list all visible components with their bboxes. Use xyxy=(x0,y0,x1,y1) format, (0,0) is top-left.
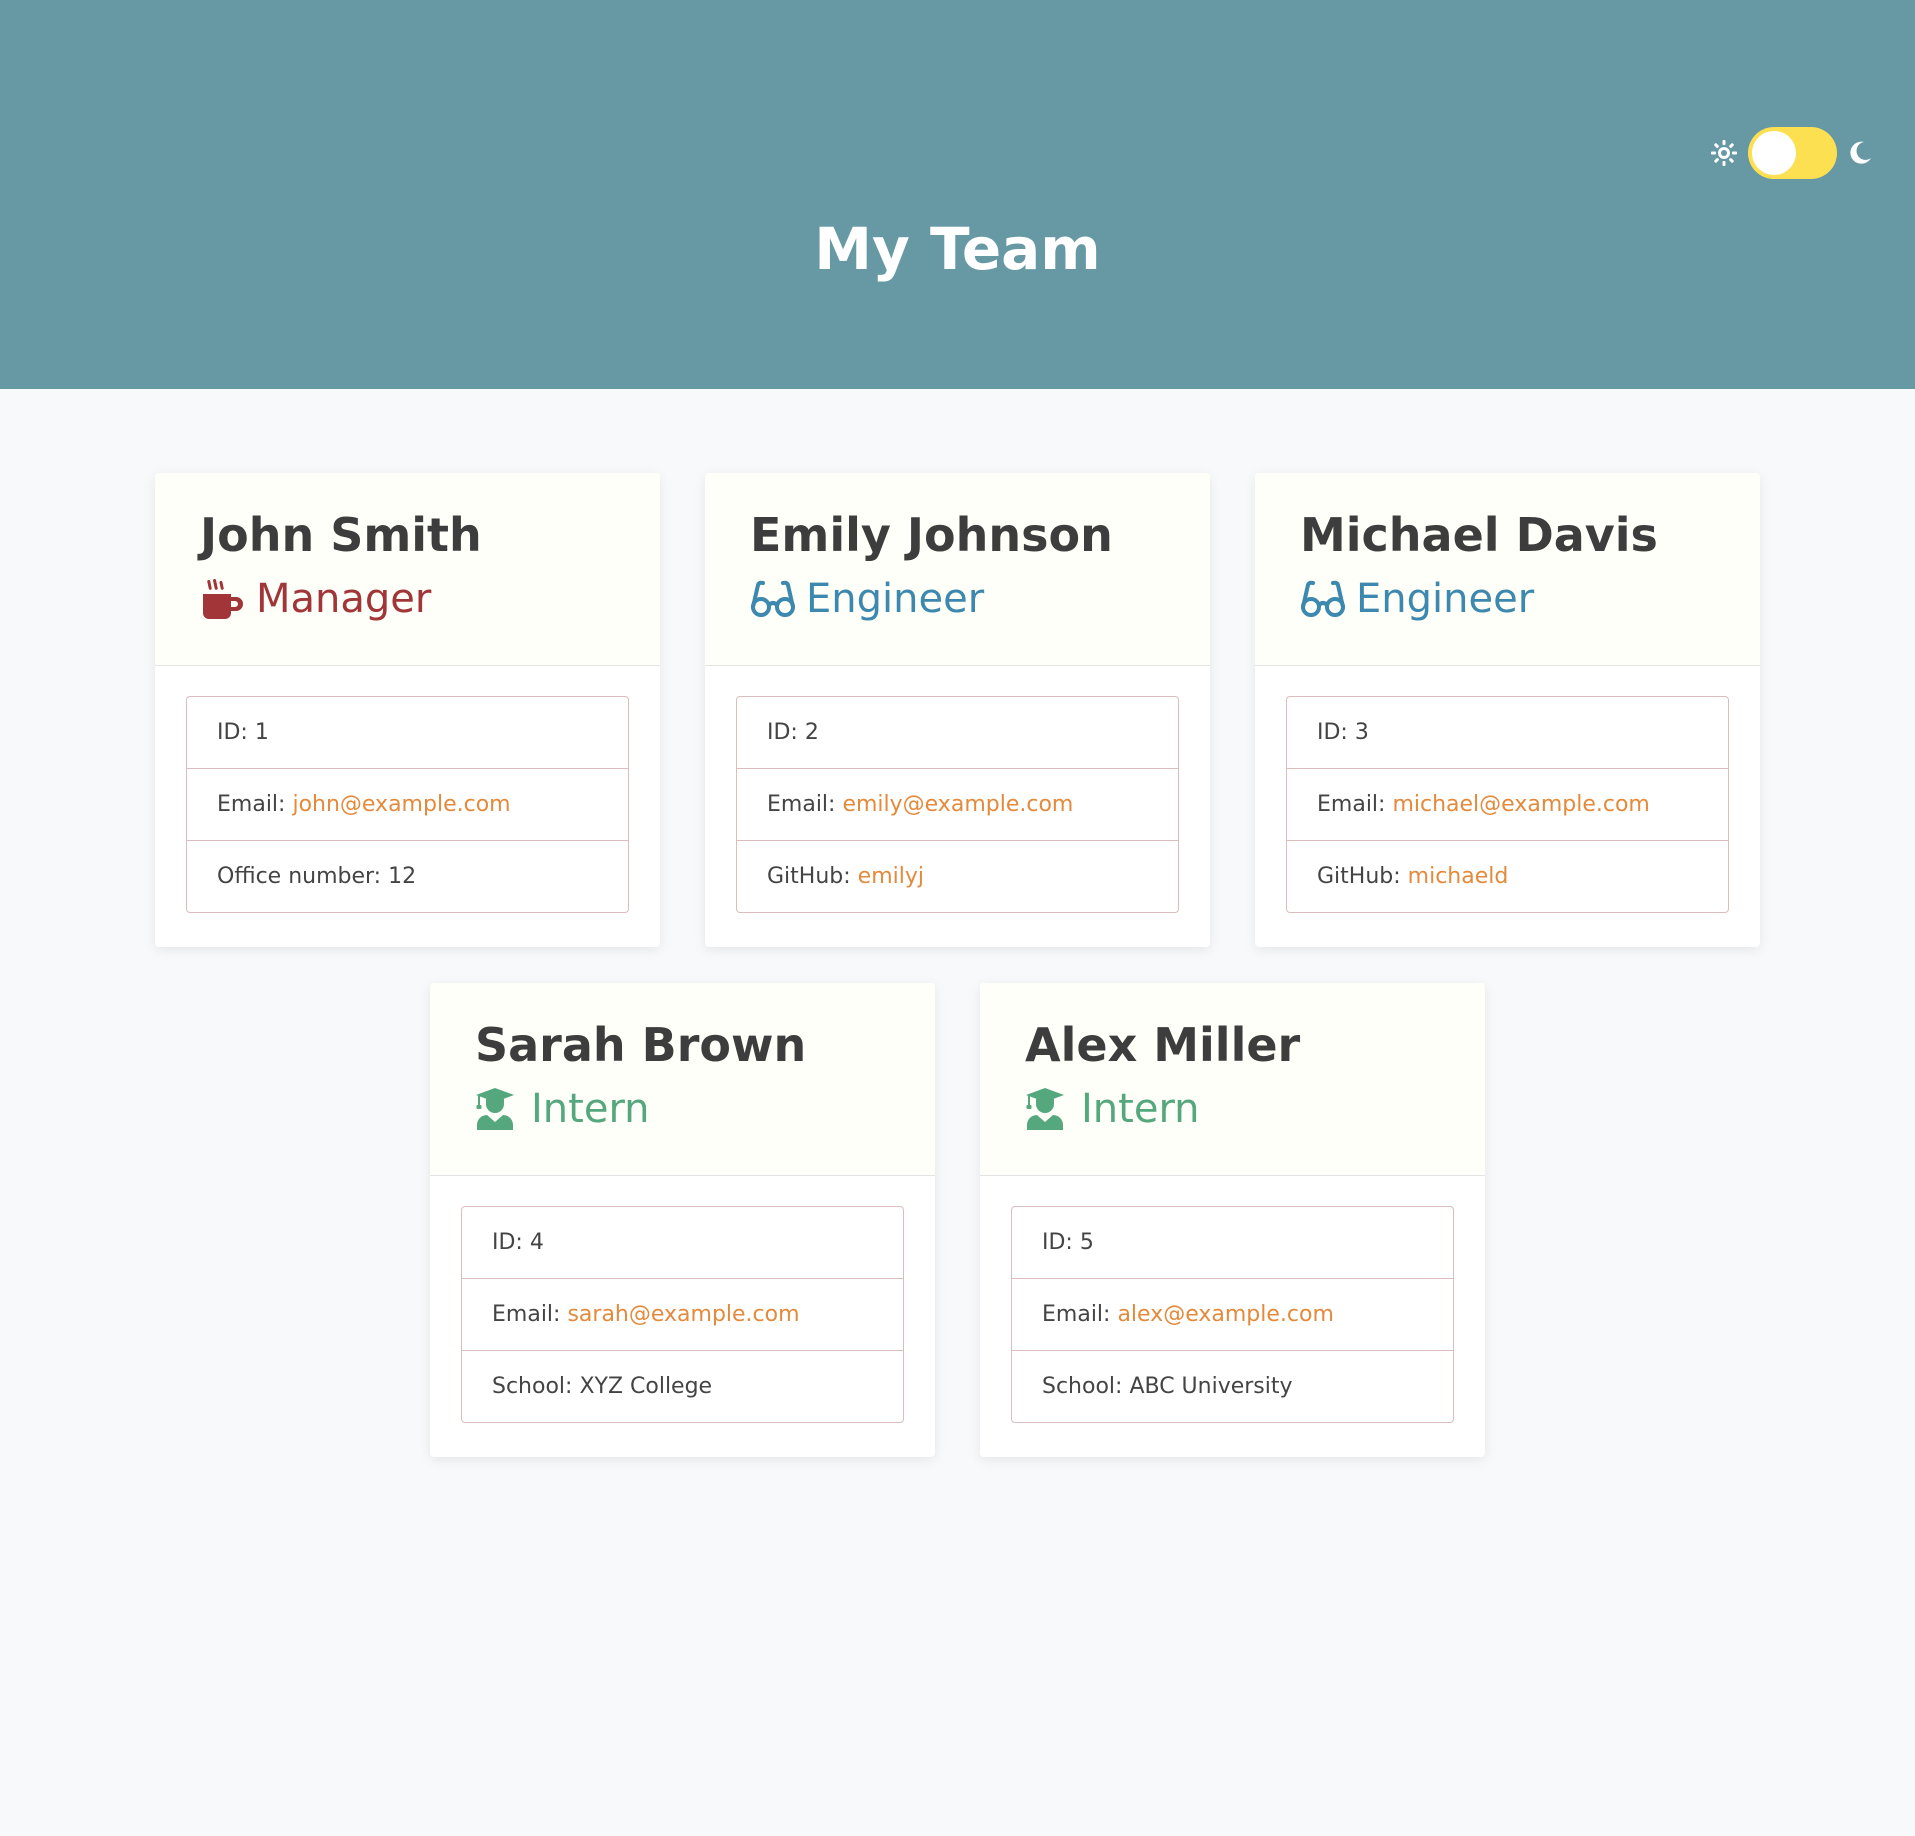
card-header: Michael Davis Engineer xyxy=(1255,473,1760,666)
email-label: Email: xyxy=(492,1302,568,1327)
coffee-mug-icon xyxy=(203,578,243,619)
school-row: School: ABC University xyxy=(1042,1374,1293,1399)
info-list: ID: 5 Email: alex@example.com School: AB… xyxy=(1011,1206,1454,1423)
role-label: Intern xyxy=(531,1086,650,1132)
id-row: ID: 4 xyxy=(462,1207,903,1279)
github-label: GitHub: xyxy=(767,864,858,889)
card-header: John Smith Manager xyxy=(155,473,660,666)
github-row: GitHub: michaeld xyxy=(1287,841,1728,912)
moon-icon xyxy=(1850,141,1871,164)
role-label: Intern xyxy=(1081,1086,1200,1132)
glasses-icon xyxy=(1301,580,1345,617)
employee-name: Michael Davis xyxy=(1300,508,1658,562)
role-label: Manager xyxy=(256,576,432,622)
employee-card: John Smith Manager ID: 1 Email: john@exa… xyxy=(155,473,660,947)
employee-role: Engineer xyxy=(1300,573,1760,625)
employee-name: Emily Johnson xyxy=(750,508,1113,562)
github-label: GitHub: xyxy=(1317,864,1408,889)
email-row: Email: michael@example.com xyxy=(1287,769,1728,841)
role-label: Engineer xyxy=(806,576,985,622)
employee-card: Alex Miller Intern ID: 5 Email: alex@exa… xyxy=(980,983,1485,1457)
employee-role: Intern xyxy=(475,1083,935,1135)
email-link[interactable]: michael@example.com xyxy=(1392,792,1649,817)
id-row: ID: 5 xyxy=(1012,1207,1453,1279)
info-list: ID: 2 Email: emily@example.com GitHub: e… xyxy=(736,696,1179,913)
email-row: Email: alex@example.com xyxy=(1012,1279,1453,1351)
employee-card: Emily Johnson Engineer ID: 2 Email: emil… xyxy=(705,473,1210,947)
employee-role: Manager xyxy=(200,573,660,625)
employee-name: Alex Miller xyxy=(1025,1018,1301,1072)
email-row: Email: john@example.com xyxy=(187,769,628,841)
email-row: Email: emily@example.com xyxy=(737,769,1178,841)
email-link[interactable]: john@example.com xyxy=(292,792,510,817)
info-list: ID: 1 Email: john@example.com Office num… xyxy=(186,696,629,913)
employee-role: Engineer xyxy=(750,573,1210,625)
graduate-icon xyxy=(1026,1088,1064,1130)
glasses-icon xyxy=(751,580,795,617)
theme-switch-knob[interactable] xyxy=(1752,131,1796,175)
github-row: GitHub: emilyj xyxy=(737,841,1178,912)
graduate-icon xyxy=(476,1088,514,1130)
github-link[interactable]: emilyj xyxy=(858,864,924,889)
email-label: Email: xyxy=(767,792,843,817)
id-row: ID: 1 xyxy=(187,697,628,769)
theme-switch[interactable] xyxy=(1748,127,1837,179)
office-number-row: Office number: 12 xyxy=(217,864,417,889)
email-label: Email: xyxy=(217,792,293,817)
page-header: My Team xyxy=(0,0,1915,389)
card-header: Sarah Brown Intern xyxy=(430,983,935,1176)
role-label: Engineer xyxy=(1356,576,1535,622)
email-link[interactable]: emily@example.com xyxy=(842,792,1073,817)
email-link[interactable]: sarah@example.com xyxy=(567,1302,799,1327)
card-header: Emily Johnson Engineer xyxy=(705,473,1210,666)
card-header: Alex Miller Intern xyxy=(980,983,1485,1176)
sun-icon xyxy=(1711,140,1737,166)
school-row: School: XYZ College xyxy=(492,1374,713,1399)
page-title: My Team xyxy=(814,215,1101,283)
employee-name: John Smith xyxy=(200,508,482,562)
employee-card: Michael Davis Engineer ID: 3 Email: mich… xyxy=(1255,473,1760,947)
email-row: Email: sarah@example.com xyxy=(462,1279,903,1351)
employee-name: Sarah Brown xyxy=(475,1018,807,1072)
employee-role: Intern xyxy=(1025,1083,1485,1135)
id-row: ID: 3 xyxy=(1287,697,1728,769)
email-label: Email: xyxy=(1042,1302,1118,1327)
theme-toggle[interactable] xyxy=(1710,126,1873,180)
employee-card: Sarah Brown Intern ID: 4 Email: sarah@ex… xyxy=(430,983,935,1457)
email-label: Email: xyxy=(1317,792,1393,817)
id-row: ID: 2 xyxy=(737,697,1178,769)
email-link[interactable]: alex@example.com xyxy=(1117,1302,1333,1327)
github-link[interactable]: michaeld xyxy=(1408,864,1509,889)
info-list: ID: 3 Email: michael@example.com GitHub:… xyxy=(1286,696,1729,913)
info-list: ID: 4 Email: sarah@example.com School: X… xyxy=(461,1206,904,1423)
